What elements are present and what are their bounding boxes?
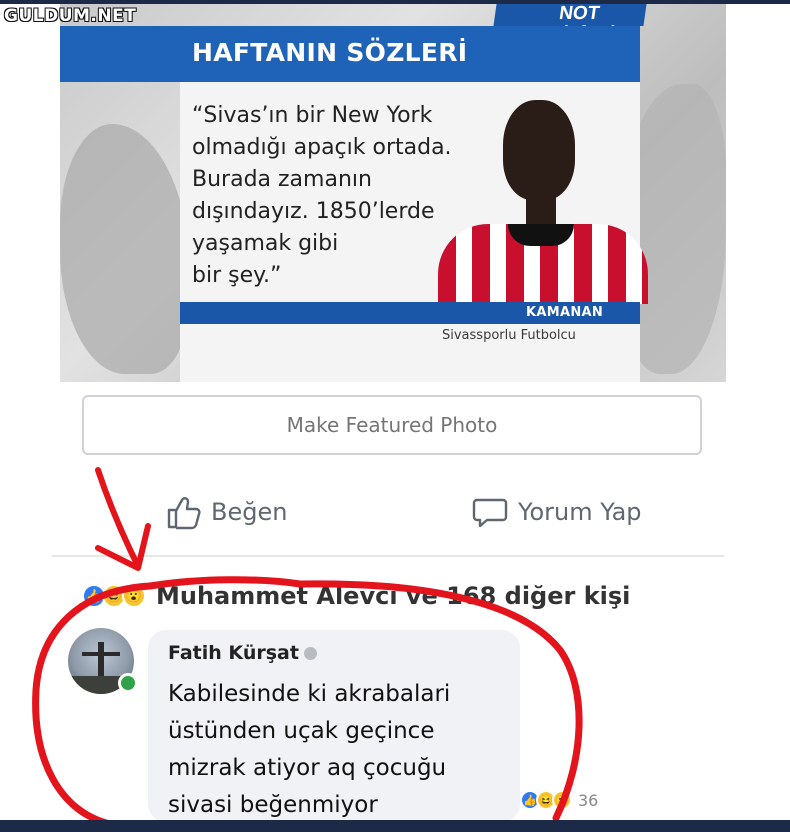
- divider: [52, 555, 724, 557]
- red-arrow-shaft: [95, 467, 141, 569]
- comment-text: Kabilesinde ki akrabalari üstünden uçak …: [168, 676, 508, 824]
- watermark: GULDUM.NET: [4, 6, 137, 26]
- comment-button[interactable]: Yorum Yap: [472, 494, 642, 530]
- online-status-icon: [118, 673, 138, 693]
- wow-reaction-icon: 😮: [552, 790, 572, 810]
- comment-reactions[interactable]: 👍 😆 😮 36: [520, 790, 598, 810]
- comment-line: üstünden uçak geçince: [168, 718, 435, 744]
- news-photo: NOT defteri HAFTANIN SÖZLERİ “Sivas’ın b…: [60, 4, 726, 382]
- verified-icon: [303, 647, 317, 660]
- comment-line: mizrak atiyor aq çocuğu: [168, 755, 447, 781]
- player-photo: [438, 100, 648, 304]
- comment-reaction-count: 36: [578, 790, 599, 810]
- thumbs-up-icon: [167, 497, 201, 530]
- bottom-bar: [0, 820, 790, 832]
- headline: HAFTANIN SÖZLERİ: [192, 38, 468, 67]
- newspaper-brand: NOT defteri: [493, 4, 647, 44]
- like-label: Beğen: [211, 498, 288, 526]
- person-role: Sivassporlu Futbolcu: [442, 328, 576, 343]
- make-featured-photo-button[interactable]: Make Featured Photo: [82, 395, 702, 455]
- wow-reaction-icon: 😮: [122, 584, 146, 608]
- reactions-summary[interactable]: 👍 😆 😮 Muhammet Alevci ve 168 diğer kişi: [82, 582, 630, 610]
- red-arrow-head: [95, 523, 151, 571]
- comment-icon: [472, 498, 508, 528]
- comment-label: Yorum Yap: [518, 498, 642, 526]
- comment-line: sivasi beğenmiyor: [168, 792, 378, 818]
- comment-line: Kabilesinde ki akrabalari: [168, 681, 451, 707]
- reactions-text: Muhammet Alevci ve 168 diğer kişi: [156, 582, 631, 610]
- like-button[interactable]: Beğen: [165, 494, 287, 530]
- comment-author-name[interactable]: Fatih Kürşat: [168, 642, 299, 664]
- person-name: KAMANAN: [526, 305, 604, 320]
- comment-author[interactable]: Fatih Kürşat: [168, 642, 317, 664]
